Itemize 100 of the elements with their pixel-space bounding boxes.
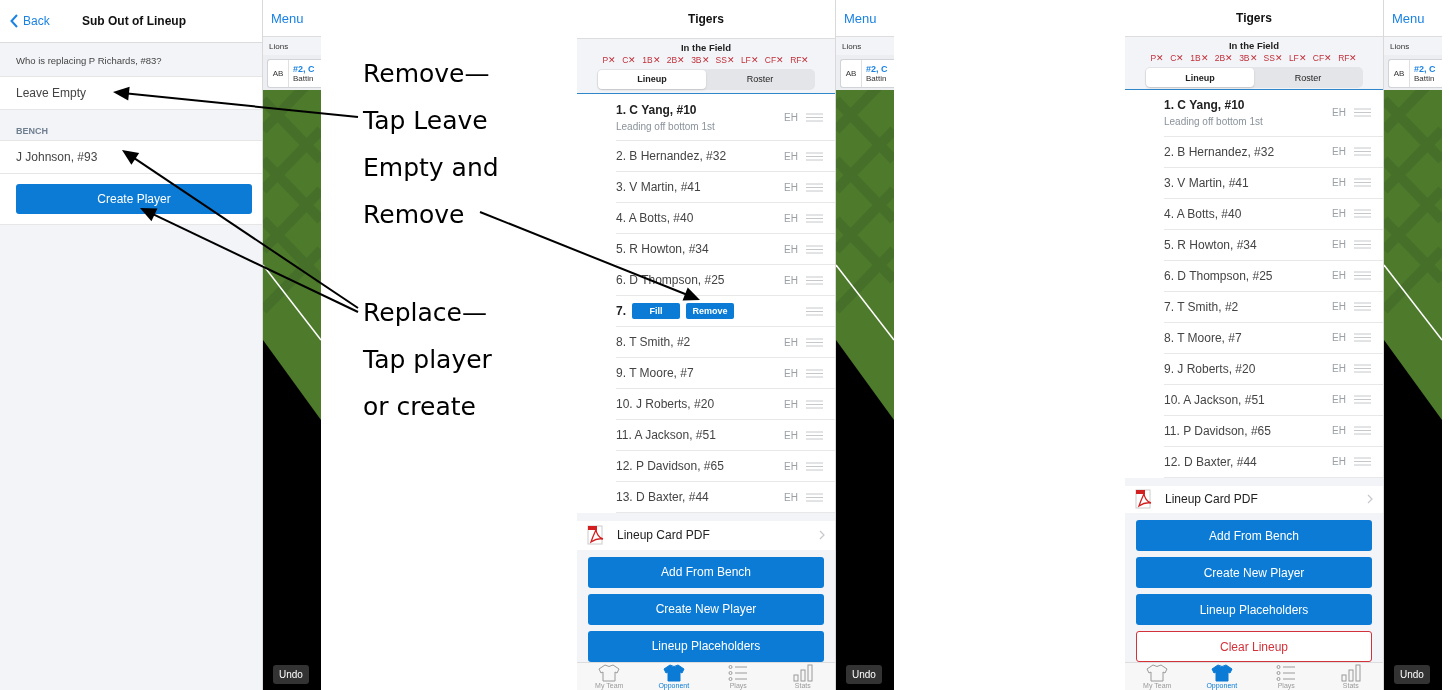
field-label: In the Field [680, 41, 732, 53]
drag-handle-icon[interactable] [806, 492, 823, 502]
eh-label: EH [1332, 270, 1346, 282]
team-label: Lions [1384, 37, 1442, 55]
chevron-right-icon [819, 530, 825, 541]
list-icon [1276, 664, 1297, 682]
player-name: 11. A Jackson, #51 [616, 428, 717, 443]
drag-handle-icon[interactable] [806, 151, 823, 161]
drag-handle-icon[interactable] [806, 213, 823, 223]
drag-handle-icon[interactable] [1354, 178, 1371, 188]
player-name: 12. D Baxter, #44 [1164, 454, 1258, 469]
drag-handle-icon[interactable] [1354, 271, 1371, 281]
position-label: P✕ [1150, 53, 1165, 64]
player-name: 5. R Howton, #34 [616, 242, 710, 257]
at-bat-card[interactable]: AB #2, C Battin [840, 59, 894, 88]
segment-tab[interactable]: Roster [1254, 68, 1362, 88]
at-bat-card[interactable]: AB #2, C Battin [1388, 59, 1442, 88]
player-name: 9. J Roberts, #20 [1164, 361, 1257, 376]
pdf-row[interactable]: Lineup Card PDF [1125, 485, 1383, 513]
drag-handle-icon[interactable] [1354, 426, 1371, 436]
position-label: LF✕ [740, 54, 759, 65]
eh-label: EH [784, 111, 798, 123]
chevron-right-icon [1367, 494, 1373, 505]
menu-link[interactable]: Menu [844, 10, 877, 26]
undo-button[interactable]: Undo [1394, 665, 1430, 684]
drag-handle-icon[interactable] [1354, 302, 1371, 312]
drag-handle-icon[interactable] [806, 112, 823, 122]
position-label: 2B✕ [1214, 53, 1234, 64]
eh-label: EH [784, 274, 798, 286]
eh-label: EH [1332, 301, 1346, 313]
undo-button[interactable]: Undo [273, 665, 309, 684]
player-name: 7. T Smith, #2 [1164, 299, 1240, 314]
action-button[interactable]: Lineup Placeholders [1136, 594, 1372, 625]
batter-title: #2, C [293, 64, 315, 74]
section-header: BENCH [15, 125, 49, 138]
at-bat-tag: AB [841, 60, 862, 87]
eh-label: EH [1332, 208, 1346, 220]
position-label: SS✕ [715, 54, 735, 65]
player-name: 2. B Hernandez, #32 [1164, 144, 1276, 159]
player-status: Leading off bottom 1st [616, 120, 716, 132]
drag-handle-icon[interactable] [806, 399, 823, 409]
position-label: C✕ [622, 54, 637, 65]
menu-link[interactable]: Menu [271, 10, 304, 26]
eh-label: EH [784, 491, 798, 503]
eh-label: EH [784, 367, 798, 379]
position-label: CF✕ [1312, 53, 1333, 64]
eh-label: EH [784, 181, 798, 193]
position-label: 1B✕ [642, 54, 661, 65]
position-label: C✕ [1170, 53, 1185, 64]
segment-tab[interactable]: Lineup [1146, 68, 1254, 88]
player-name: 4. A Botts, #40 [1164, 206, 1243, 221]
segment-tab[interactable]: Lineup [598, 69, 706, 89]
drag-handle-icon[interactable] [1354, 333, 1371, 343]
eh-label: EH [784, 212, 798, 224]
drag-handle-icon[interactable] [1354, 240, 1371, 250]
player-name: 9. T Moore, #7 [616, 366, 695, 381]
team-title: Tigers [688, 11, 724, 26]
slot-action-button[interactable]: Fill [632, 303, 680, 320]
drag-handle-icon[interactable] [1354, 147, 1371, 157]
shirt-icon [1146, 664, 1169, 682]
drag-handle-icon[interactable] [806, 337, 823, 347]
back-button[interactable]: Back [0, 14, 50, 28]
clear-button[interactable]: Clear Lineup [1136, 631, 1372, 662]
drag-handle-icon[interactable] [1354, 457, 1371, 467]
drag-handle-icon[interactable] [1354, 395, 1371, 405]
segment-tab[interactable]: Roster [706, 69, 814, 89]
drag-handle-icon[interactable] [1354, 364, 1371, 374]
action-button[interactable]: Create New Player [588, 593, 824, 625]
position-label: LF✕ [1288, 53, 1307, 64]
prompt-text: Who is replacing P Richards, #83? [15, 54, 163, 68]
position-label: 2B✕ [666, 54, 686, 65]
drag-handle-icon[interactable] [806, 244, 823, 254]
position-label: RF✕ [790, 54, 810, 65]
bench-player-row[interactable]: J Johnson, #93 [0, 140, 262, 174]
pdf-row[interactable]: Lineup Card PDF [577, 521, 835, 550]
drag-handle-icon[interactable] [806, 182, 823, 192]
drag-handle-icon[interactable] [1354, 108, 1371, 118]
slot-action-button[interactable]: Remove [686, 303, 734, 320]
field-label: In the Field [1228, 40, 1280, 52]
action-button[interactable]: Create New Player [1136, 557, 1372, 588]
menu-link[interactable]: Menu [1392, 10, 1425, 26]
action-button[interactable]: Add From Bench [588, 556, 824, 588]
option-row[interactable]: Leave Empty [0, 76, 262, 110]
drag-handle-icon[interactable] [806, 306, 823, 316]
create-player-button[interactable]: Create Player [16, 184, 252, 214]
drag-handle-icon[interactable] [806, 368, 823, 378]
screen-title: Sub Out of Lineup [81, 14, 186, 28]
at-bat-card[interactable]: AB #2, C Battin [267, 59, 321, 88]
player-name: 11. P Davidson, #65 [1164, 423, 1272, 438]
eh-label: EH [784, 398, 798, 410]
drag-handle-icon[interactable] [806, 461, 823, 471]
drag-handle-icon[interactable] [806, 275, 823, 285]
drag-handle-icon[interactable] [1354, 209, 1371, 219]
player-name: 3. V Martin, #41 [1164, 175, 1250, 190]
action-button[interactable]: Lineup Placeholders [588, 630, 824, 662]
action-button[interactable]: Add From Bench [1136, 520, 1372, 551]
undo-button[interactable]: Undo [846, 665, 882, 684]
player-name: 2. B Hernandez, #32 [616, 149, 728, 164]
position-label: CF✕ [764, 54, 785, 65]
drag-handle-icon[interactable] [806, 430, 823, 440]
